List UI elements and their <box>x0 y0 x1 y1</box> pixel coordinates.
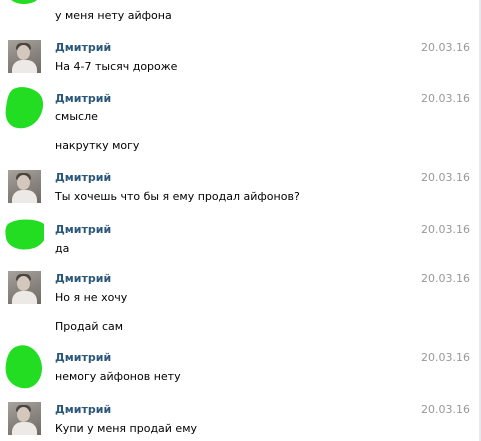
author-name[interactable]: Дмитрий <box>55 41 111 54</box>
author-name[interactable]: Дмитрий <box>55 171 111 184</box>
censored-avatar <box>4 86 44 130</box>
message-item: Дмитрий 20.03.16 смысле накрутку могу <box>0 87 478 163</box>
message-text: накрутку могу <box>55 139 140 152</box>
message-text: да <box>55 242 70 255</box>
user-avatar[interactable] <box>8 271 41 304</box>
message-date[interactable]: 20.03.16 <box>421 41 470 54</box>
message-text: Но я не хочу <box>55 291 128 304</box>
message-text: Купи у меня продай ему <box>55 422 198 435</box>
message-text: смысле <box>55 110 98 123</box>
user-avatar[interactable] <box>8 402 41 435</box>
user-avatar[interactable] <box>8 40 41 73</box>
message-item: у меня нету айфона <box>0 0 478 30</box>
message-date[interactable]: 20.03.16 <box>421 272 470 285</box>
author-name[interactable]: Дмитрий <box>55 351 111 364</box>
message-date[interactable]: 20.03.16 <box>421 403 470 416</box>
censored-avatar <box>4 218 44 252</box>
message-text: На 4-7 тысяч дороже <box>55 60 178 73</box>
message-item: Дмитрий 20.03.16 Но я не хочу Продай сам <box>0 271 478 343</box>
message-date[interactable]: 20.03.16 <box>421 223 470 236</box>
message-item: Дмитрий 20.03.16 На 4-7 тысяч дороже <box>0 40 478 85</box>
message-date[interactable]: 20.03.16 <box>421 171 470 184</box>
message-date[interactable]: 20.03.16 <box>421 92 470 105</box>
message-item: Дмитрий 20.03.16 Ты хочешь что бы я ему … <box>0 170 478 215</box>
message-date[interactable]: 20.03.16 <box>421 351 470 364</box>
message-item: Дмитрий 20.03.16 немогу айфонов нету <box>0 345 478 395</box>
message-item: Дмитрий 20.03.16 да <box>0 219 478 267</box>
author-name[interactable]: Дмитрий <box>55 403 111 416</box>
message-text: Ты хочешь что бы я ему продал айфонов? <box>55 190 300 203</box>
author-name[interactable]: Дмитрий <box>55 92 111 105</box>
message-text: Продай сам <box>55 320 124 333</box>
author-name[interactable]: Дмитрий <box>55 272 111 285</box>
censored-avatar <box>4 0 44 18</box>
message-text: у меня нету айфона <box>55 9 172 22</box>
author-name[interactable]: Дмитрий <box>55 223 111 236</box>
censored-avatar <box>4 344 44 390</box>
message-text: немогу айфонов нету <box>55 370 181 383</box>
message-item: Дмитрий 20.03.16 Купи у меня продай ему <box>0 402 478 441</box>
user-avatar[interactable] <box>8 170 41 203</box>
